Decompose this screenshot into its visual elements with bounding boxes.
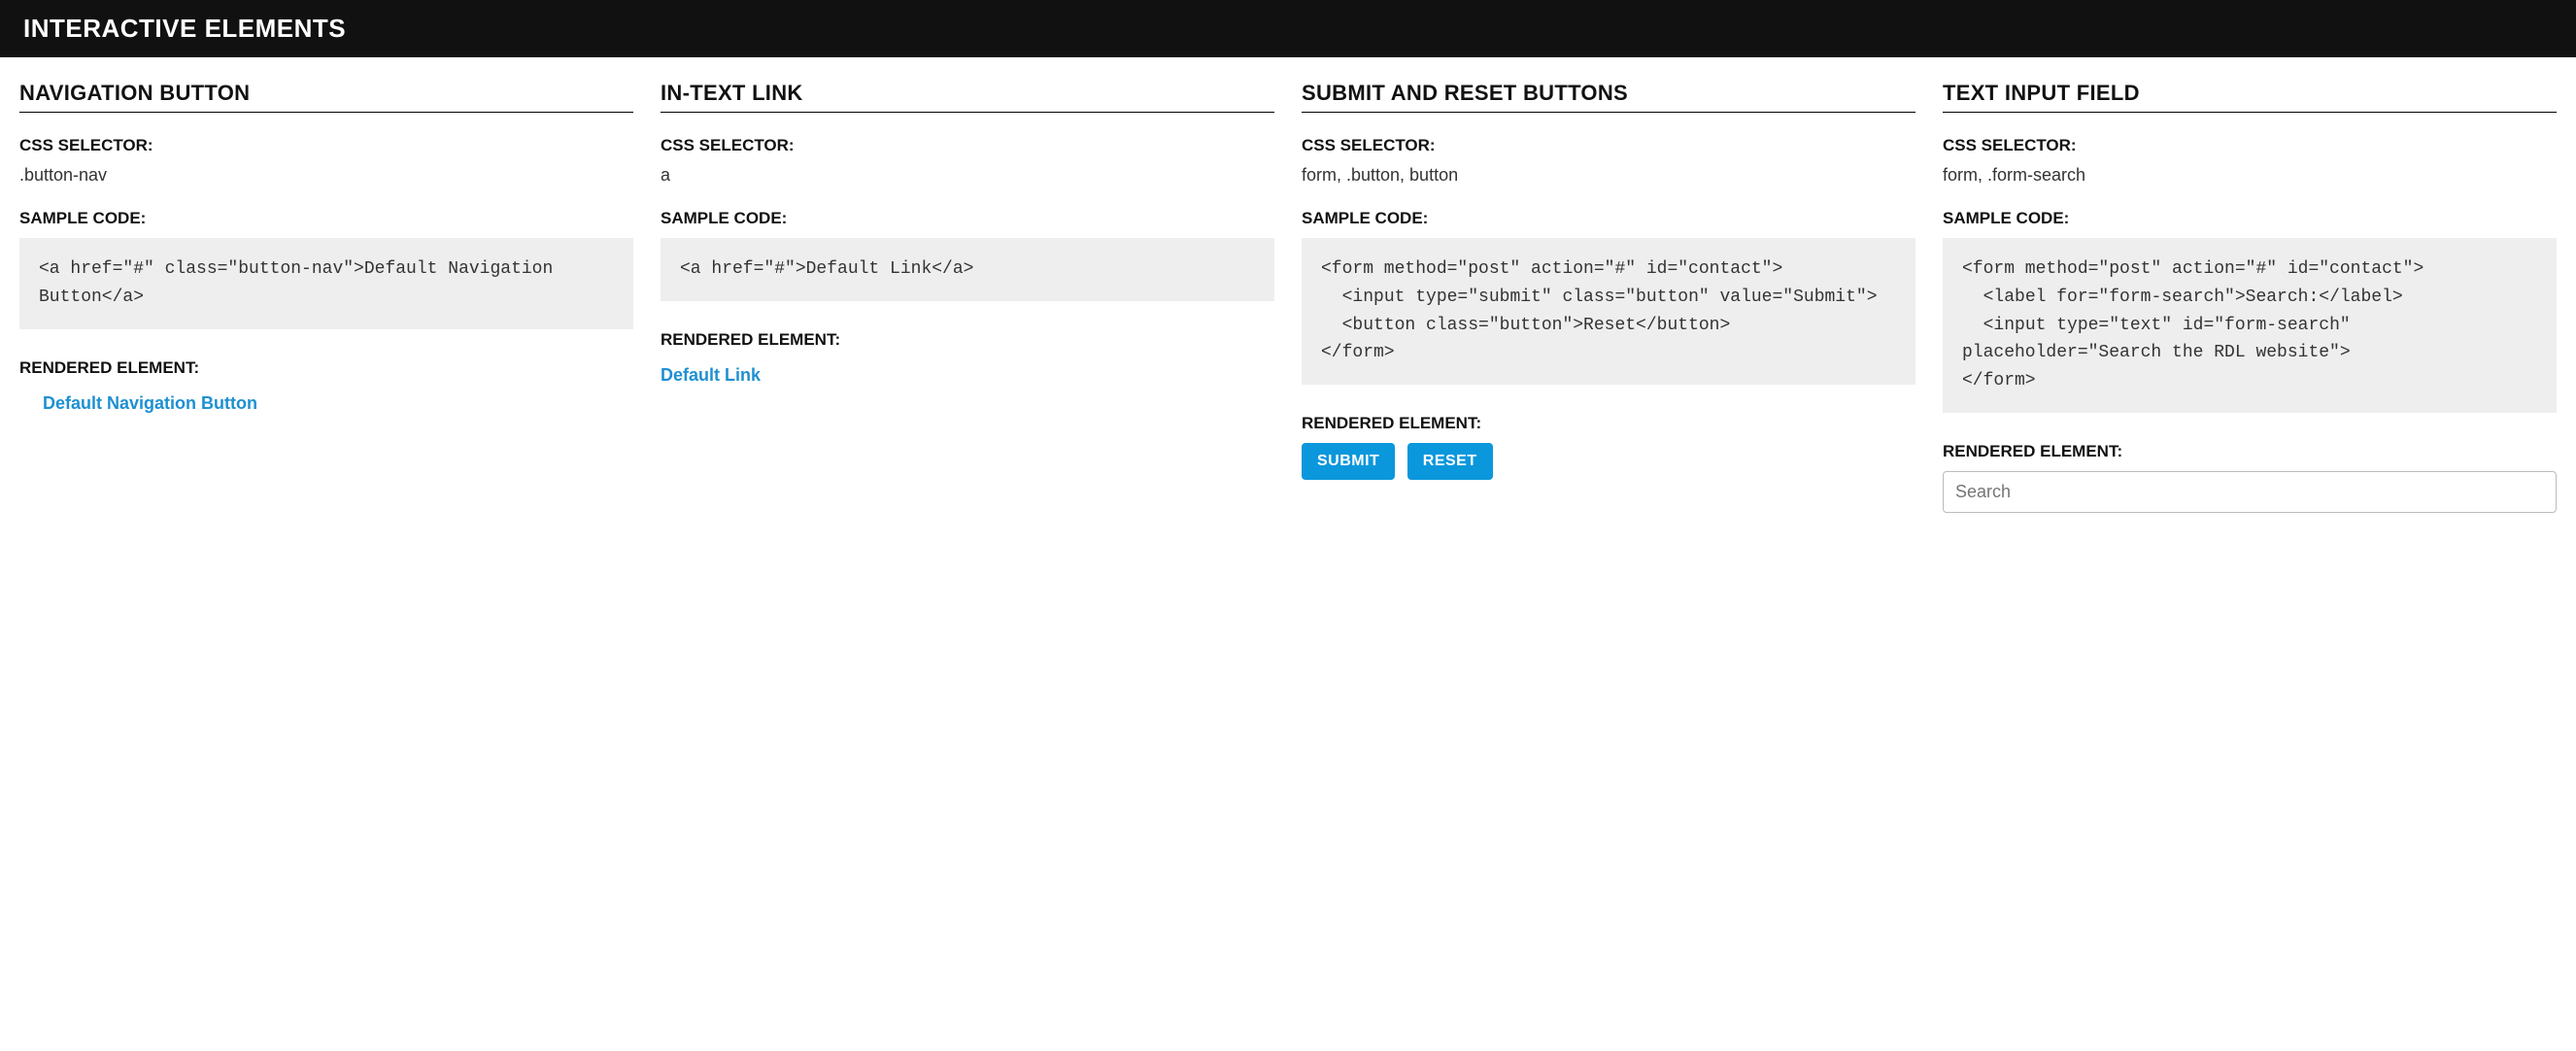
- sample-code-label: SAMPLE CODE:: [1302, 209, 1915, 228]
- sample-code-label: SAMPLE CODE:: [661, 209, 1274, 228]
- rendered-label: RENDERED ELEMENT:: [19, 358, 633, 378]
- css-selector-label: CSS SELECTOR:: [19, 136, 633, 155]
- sample-code-block: <a href="#" class="button-nav">Default N…: [19, 238, 633, 329]
- rendered-label: RENDERED ELEMENT:: [1302, 414, 1915, 433]
- nav-button-link[interactable]: Default Navigation Button: [43, 393, 257, 414]
- css-selector-value: form, .form-search: [1943, 165, 2557, 186]
- reset-button[interactable]: RESET: [1407, 443, 1493, 480]
- search-input[interactable]: [1943, 471, 2557, 513]
- sample-code-block: <form method="post" action="#" id="conta…: [1943, 238, 2557, 413]
- css-selector-value: form, .button, button: [1302, 165, 1915, 186]
- sample-code-label: SAMPLE CODE:: [19, 209, 633, 228]
- col-title: NAVIGATION BUTTON: [19, 81, 633, 113]
- col-title: SUBMIT AND RESET BUTTONS: [1302, 81, 1915, 113]
- submit-button[interactable]: SUBMIT: [1302, 443, 1395, 480]
- sample-code-label: SAMPLE CODE:: [1943, 209, 2557, 228]
- css-selector-label: CSS SELECTOR:: [1943, 136, 2557, 155]
- col-title: IN-TEXT LINK: [661, 81, 1274, 113]
- sample-code-block: <form method="post" action="#" id="conta…: [1302, 238, 1915, 385]
- css-selector-value: a: [661, 165, 1274, 186]
- col-title: TEXT INPUT FIELD: [1943, 81, 2557, 113]
- default-link[interactable]: Default Link: [661, 365, 761, 386]
- rendered-label: RENDERED ELEMENT:: [1943, 442, 2557, 461]
- col-in-text-link: IN-TEXT LINK CSS SELECTOR: a SAMPLE CODE…: [661, 81, 1274, 513]
- sample-code-block: <a href="#">Default Link</a>: [661, 238, 1274, 301]
- css-selector-label: CSS SELECTOR:: [1302, 136, 1915, 155]
- rendered-element: Default Navigation Button: [19, 388, 633, 414]
- col-text-input: TEXT INPUT FIELD CSS SELECTOR: form, .fo…: [1943, 81, 2557, 513]
- page-header: INTERACTIVE ELEMENTS: [0, 0, 2576, 57]
- columns-container: NAVIGATION BUTTON CSS SELECTOR: .button-…: [0, 57, 2576, 513]
- css-selector-label: CSS SELECTOR:: [661, 136, 1274, 155]
- rendered-label: RENDERED ELEMENT:: [661, 330, 1274, 350]
- rendered-element: SUBMIT RESET: [1302, 443, 1915, 480]
- col-navigation-button: NAVIGATION BUTTON CSS SELECTOR: .button-…: [19, 81, 633, 513]
- col-submit-reset: SUBMIT AND RESET BUTTONS CSS SELECTOR: f…: [1302, 81, 1915, 513]
- rendered-element: Default Link: [661, 359, 1274, 386]
- rendered-element: [1943, 471, 2557, 513]
- css-selector-value: .button-nav: [19, 165, 633, 186]
